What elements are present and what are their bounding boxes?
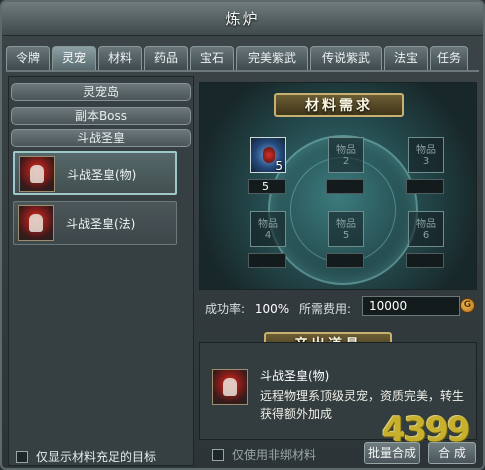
success-rate-value: 100% (254, 302, 290, 316)
material-slot-6[interactable]: 物品 6 (408, 211, 444, 247)
tab-material[interactable]: 材料 (98, 46, 142, 70)
material-quantity-2 (326, 179, 364, 194)
tab-perfect-purple-weapon[interactable]: 完美紫武 (236, 46, 308, 70)
unbound-only-label: 仅使用非绑材料 (232, 448, 317, 462)
material-quantity-6 (406, 253, 444, 268)
gold-coin-icon: G (460, 298, 475, 313)
tab-quest[interactable]: 任务 (430, 46, 468, 70)
category-dungeon-boss[interactable]: 副本Boss (11, 107, 191, 125)
material-slot-3[interactable]: 物品 3 (408, 137, 444, 173)
material-quantity-1: 5 (248, 179, 286, 194)
material-quantity-5 (326, 253, 364, 268)
unbound-only-option: 仅使用非绑材料 (212, 446, 316, 463)
tab-potion[interactable]: 药品 (144, 46, 188, 70)
tab-pet[interactable]: 灵宠 (52, 46, 96, 70)
fee-field: 10000 (362, 296, 460, 316)
recipe-item-physical[interactable]: 斗战圣皇(物) (13, 151, 177, 195)
category-douzhan[interactable]: 斗战圣皇 (11, 129, 191, 147)
output-item-name: 斗战圣皇(物) (260, 369, 330, 383)
materials-title: 材料需求 (274, 93, 404, 117)
success-rate-label: 成功率: (205, 302, 246, 316)
recipe-item-label: 斗战圣皇(法) (66, 217, 136, 231)
tab-token[interactable]: 令牌 (6, 46, 50, 70)
material-slot-1[interactable]: 5 (250, 137, 286, 173)
material-quantity-3 (406, 179, 444, 194)
batch-combine-button[interactable]: 批量合成 (364, 442, 420, 464)
material-slot-5[interactable]: 物品 5 (328, 211, 364, 247)
pet-warrior-icon (18, 205, 54, 241)
material-quantity-4 (248, 253, 286, 268)
unbound-only-checkbox[interactable] (212, 448, 224, 461)
materials-panel: 材料需求 5 5 物品 2 物品 3 物品 4 物品 5 物品 6 (199, 82, 477, 290)
combine-button[interactable]: 合 成 (428, 442, 476, 464)
window-title: 炼炉 (2, 2, 483, 36)
material-slot-4[interactable]: 物品 4 (250, 211, 286, 247)
material-slot-2[interactable]: 物品 2 (328, 137, 364, 173)
pet-warrior-icon (19, 156, 55, 192)
recipe-list-panel: 灵宠岛 副本Boss 斗战圣皇 斗战圣皇(物) 斗战圣皇(法) (8, 76, 194, 466)
fee-label: 所需费用: (299, 302, 352, 316)
tab-magic-treasure[interactable]: 法宝 (384, 46, 428, 70)
furnace-window: 炼炉 令牌 灵宠 材料 药品 宝石 完美紫武 传说紫武 法宝 任务 灵宠岛 副本… (0, 0, 485, 470)
sufficient-only-label: 仅显示材料充足的目标 (36, 450, 157, 464)
tab-divider (6, 70, 479, 72)
recipe-item-label: 斗战圣皇(物) (67, 168, 137, 182)
material-slot-count: 5 (275, 159, 283, 173)
tab-legend-purple-weapon[interactable]: 传说紫武 (310, 46, 382, 70)
pet-warrior-icon[interactable] (212, 369, 248, 405)
success-fee-row: 成功率: 100% 所需费用: (205, 300, 351, 317)
recipe-item-magic[interactable]: 斗战圣皇(法) (13, 201, 177, 245)
tab-bar: 令牌 灵宠 材料 药品 宝石 完美紫武 传说紫武 法宝 任务 (6, 46, 481, 70)
category-pet-island[interactable]: 灵宠岛 (11, 83, 191, 101)
sufficient-only-checkbox[interactable] (16, 450, 28, 463)
tab-gem[interactable]: 宝石 (190, 46, 234, 70)
sufficient-only-filter: 仅显示材料充足的目标 (16, 448, 156, 465)
